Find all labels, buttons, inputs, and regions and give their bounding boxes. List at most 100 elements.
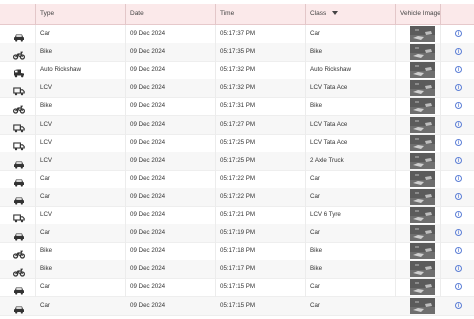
cell-type: Car (40, 301, 50, 309)
table-row[interactable]: Auto Rickshaw 09 Dec 2024 05:17:32 PM Auto … (0, 61, 474, 81)
info-icon[interactable]: i (455, 138, 462, 146)
cell-date: 09 Dec 2024 (130, 120, 166, 128)
column-header-type[interactable]: Type (35, 4, 125, 24)
cell-date: 09 Dec 2024 (130, 138, 166, 146)
info-icon[interactable]: i (455, 229, 462, 237)
info-icon[interactable]: i (455, 30, 462, 37)
info-icon[interactable]: i (455, 301, 462, 309)
vehicle-image-thumbnail[interactable] (410, 207, 435, 223)
table-row[interactable]: Bike 09 Dec 2024 05:17:18 PM Bike i (0, 242, 474, 262)
table-row[interactable]: Bike 09 Dec 2024 05:17:17 PM Bike i (0, 260, 474, 280)
vehicle-image-thumbnail[interactable] (410, 225, 435, 242)
cell-type: Bike (40, 48, 53, 56)
auto-rickshaw-icon (13, 65, 25, 78)
vehicle-image-thumbnail[interactable] (410, 116, 435, 133)
cell-type: Car (40, 229, 50, 237)
cell-class: LCV Tata Ace (310, 120, 348, 128)
vehicle-image-thumbnail[interactable] (410, 243, 435, 260)
info-icon[interactable]: i (455, 66, 462, 74)
vehicle-image-thumbnail[interactable] (410, 44, 435, 61)
cell-time: 05:17:19 PM (220, 229, 256, 237)
info-icon[interactable]: i (455, 102, 462, 110)
vehicle-image-thumbnail[interactable] (410, 297, 435, 314)
vehicle-image-thumbnail[interactable] (410, 152, 435, 169)
vehicle-image-thumbnail[interactable] (410, 26, 435, 42)
info-icon[interactable]: i (455, 211, 462, 218)
cell-class: Car (310, 301, 320, 309)
cell-class: Car (310, 192, 320, 200)
cell-type: Bike (40, 265, 53, 273)
info-icon[interactable]: i (455, 247, 462, 255)
truck-icon (13, 83, 25, 96)
table-row[interactable]: Bike 09 Dec 2024 05:17:35 PM Bike i (0, 43, 474, 63)
column-header-time[interactable]: Time (215, 4, 305, 24)
cell-date: 09 Dec 2024 (130, 30, 166, 37)
cell-date: 09 Dec 2024 (130, 66, 166, 74)
cell-date: 09 Dec 2024 (130, 102, 166, 110)
cell-class: 2 Axle Truck (310, 156, 344, 164)
vehicle-image-thumbnail[interactable] (410, 188, 435, 205)
cell-type: Bike (40, 102, 53, 110)
info-icon[interactable]: i (455, 84, 462, 92)
vehicle-image-thumbnail[interactable] (410, 279, 435, 296)
info-icon[interactable]: i (455, 192, 462, 200)
column-header-class[interactable]: Class (305, 4, 395, 24)
table-row[interactable]: Car 09 Dec 2024 05:17:15 PM Car i (0, 296, 474, 316)
vehicle-image-thumbnail[interactable] (410, 261, 435, 278)
table-row[interactable]: LCV 09 Dec 2024 05:17:32 PM LCV Tata Ace i (0, 79, 474, 99)
table-row[interactable]: Car 09 Dec 2024 05:17:22 PM Car i (0, 170, 474, 189)
cell-type: LCV (40, 156, 53, 164)
table-row[interactable]: LCV 09 Dec 2024 05:17:25 PM LCV Tata Ace i (0, 134, 474, 153)
vehicle-image-thumbnail[interactable] (410, 134, 435, 151)
cell-class: Car (310, 30, 320, 37)
cell-type: LCV (40, 138, 53, 146)
cell-class: Bike (310, 247, 323, 255)
bike-icon (12, 246, 25, 259)
table-row[interactable]: Car 09 Dec 2024 05:17:15 PM Car i (0, 278, 474, 298)
info-icon[interactable]: i (455, 174, 462, 182)
info-icon[interactable]: i (455, 265, 462, 273)
cell-class: Bike (310, 265, 323, 273)
table-header: Type Date Time Class Vehicle Image (0, 4, 474, 25)
table-row[interactable]: Car 09 Dec 2024 05:17:37 PM Car i (0, 25, 474, 44)
info-icon[interactable]: i (455, 48, 462, 56)
info-icon[interactable]: i (455, 156, 462, 164)
cell-type: Bike (40, 247, 53, 255)
vehicle-image-thumbnail[interactable] (410, 98, 435, 115)
cell-date: 09 Dec 2024 (130, 229, 166, 237)
cell-type: LCV (40, 120, 53, 128)
table-row[interactable]: LCV 09 Dec 2024 05:17:21 PM LCV 6 Tyre i (0, 206, 474, 225)
car-icon (13, 228, 25, 241)
vehicle-image-thumbnail[interactable] (410, 170, 435, 187)
cell-class: Bike (310, 102, 323, 110)
vehicle-image-thumbnail[interactable] (410, 80, 435, 97)
table-row[interactable]: LCV 09 Dec 2024 05:17:25 PM 2 Axle Truck i (0, 151, 474, 171)
car-icon (13, 174, 25, 187)
column-divider (395, 25, 396, 297)
table-row[interactable]: Car 09 Dec 2024 05:17:22 PM Car i (0, 187, 474, 207)
cell-time: 05:17:37 PM (220, 30, 256, 37)
table-row[interactable]: Car 09 Dec 2024 05:17:19 PM Car i (0, 224, 474, 244)
cell-type: Auto Rickshaw (40, 66, 81, 74)
cell-type: Car (40, 174, 50, 182)
table-row[interactable]: LCV 09 Dec 2024 05:17:27 PM LCV Tata Ace i (0, 115, 474, 135)
table-row[interactable]: Bike 09 Dec 2024 05:17:31 PM Bike i (0, 97, 474, 117)
cell-date: 09 Dec 2024 (130, 283, 166, 291)
cell-time: 05:17:27 PM (220, 120, 256, 128)
cell-time: 05:17:25 PM (220, 138, 256, 146)
cell-class: LCV Tata Ace (310, 84, 348, 92)
sort-desc-icon[interactable] (332, 11, 339, 16)
info-icon[interactable]: i (455, 120, 462, 128)
truck-icon (13, 120, 25, 132)
vehicle-image-thumbnail[interactable] (410, 62, 435, 79)
cell-type: Car (40, 30, 50, 37)
bike-icon (12, 264, 25, 277)
cell-time: 05:17:22 PM (220, 192, 256, 200)
truck-icon (13, 138, 25, 150)
column-header-date[interactable]: Date (125, 4, 215, 24)
car-icon (13, 29, 25, 42)
cell-date: 09 Dec 2024 (130, 301, 166, 309)
column-divider (35, 25, 36, 297)
cell-date: 09 Dec 2024 (130, 174, 166, 182)
info-icon[interactable]: i (455, 283, 462, 291)
